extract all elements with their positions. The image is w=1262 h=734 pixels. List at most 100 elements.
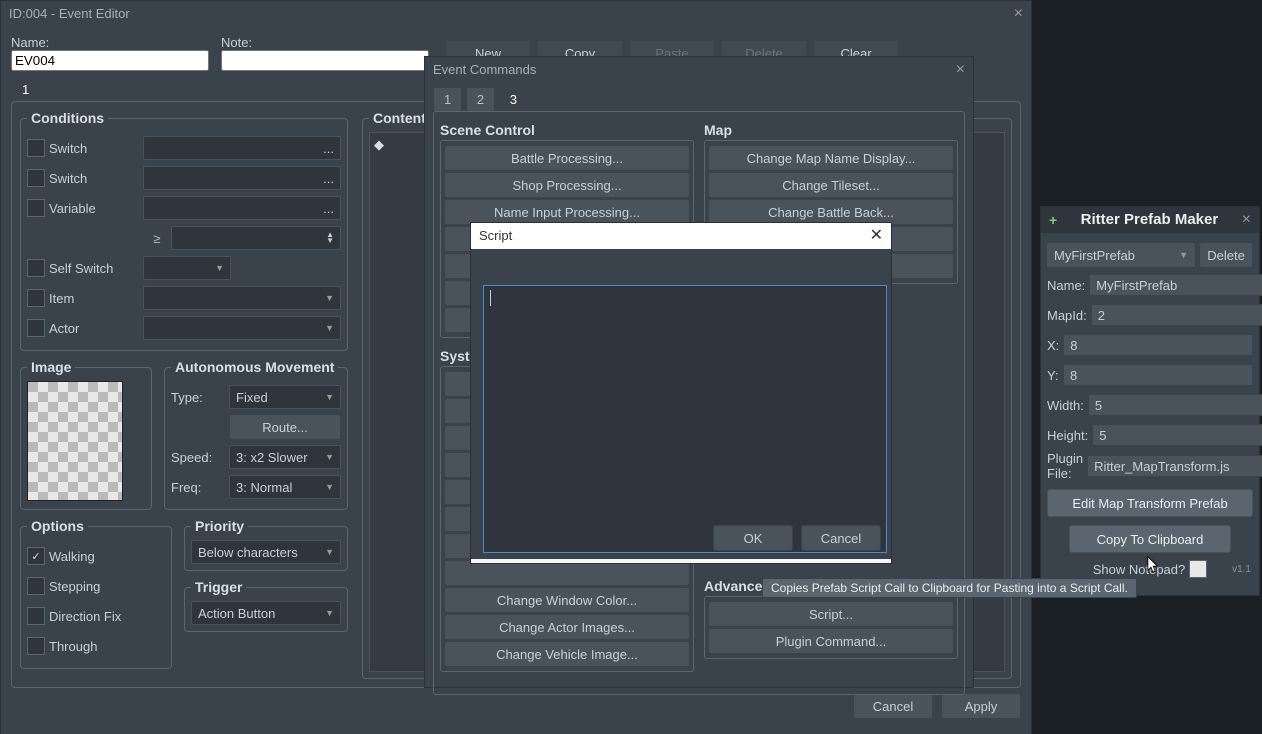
stepping-checkbox[interactable] xyxy=(27,577,45,595)
note-input[interactable] xyxy=(221,50,429,71)
change-tileset-button[interactable]: Change Tileset... xyxy=(708,172,954,198)
change-actor-images-button[interactable]: Change Actor Images... xyxy=(444,614,690,640)
conditions-legend: Conditions xyxy=(27,110,108,126)
prefab-field-label: Plugin File: xyxy=(1047,451,1083,481)
commands-tab-1[interactable]: 1 xyxy=(433,87,462,111)
prefab-delete-button[interactable]: Delete xyxy=(1199,242,1253,268)
editor-titlebar: ID:004 - Event Editor × xyxy=(1,1,1031,27)
item-combo[interactable]: ▼ xyxy=(143,286,341,310)
page-tab-1[interactable]: 1 xyxy=(11,77,40,101)
prefab-field-input[interactable] xyxy=(1089,274,1262,296)
close-icon[interactable]: ✕ xyxy=(870,223,883,249)
dirfix-checkbox[interactable] xyxy=(27,607,45,625)
actor-checkbox[interactable] xyxy=(27,319,45,337)
switch1-label: Switch xyxy=(49,141,139,156)
prefab-field-input[interactable] xyxy=(1063,364,1253,386)
dirfix-label: Direction Fix xyxy=(49,609,121,624)
priority-combo[interactable]: Below characters▼ xyxy=(191,540,341,564)
close-icon[interactable]: × xyxy=(1242,207,1251,233)
movement-legend: Autonomous Movement xyxy=(171,359,338,375)
item-label: Item xyxy=(49,291,139,306)
ellipsis-icon: ... xyxy=(323,201,334,216)
image-legend: Image xyxy=(27,359,75,375)
options-legend: Options xyxy=(27,518,88,534)
script-cancel-button[interactable]: Cancel xyxy=(801,525,881,551)
speed-combo[interactable]: 3: x2 Slower ▼ xyxy=(229,445,341,469)
prefab-field-input[interactable] xyxy=(1091,304,1262,326)
battle-processing-button[interactable]: Battle Processing... xyxy=(444,145,690,171)
switch1-checkbox[interactable] xyxy=(27,139,45,157)
freq-value: 3: Normal xyxy=(236,480,292,495)
prefab-select[interactable]: MyFirstPrefab ▼ xyxy=(1047,243,1195,267)
switch2-label: Switch xyxy=(49,171,139,186)
script-window: Script ✕ OK Cancel xyxy=(470,222,892,564)
trigger-value: Action Button xyxy=(198,606,275,621)
variable-combo[interactable]: ... xyxy=(143,196,341,220)
commands-tab-2[interactable]: 2 xyxy=(466,87,495,111)
actor-label: Actor xyxy=(49,321,139,336)
tooltip: Copies Prefab Script Call to Clipboard f… xyxy=(762,578,1137,598)
commands-tab-3[interactable]: 3 xyxy=(499,87,528,111)
switch2-combo[interactable]: ... xyxy=(143,166,341,190)
trigger-group: Trigger Action Button▼ xyxy=(184,579,348,632)
copy-clipboard-button[interactable]: Copy To Clipboard xyxy=(1069,525,1231,553)
prefab-field-input[interactable] xyxy=(1092,424,1262,446)
trigger-combo[interactable]: Action Button▼ xyxy=(191,601,341,625)
actor-combo[interactable]: ▼ xyxy=(143,316,341,340)
map-name-display-button[interactable]: Change Map Name Display... xyxy=(708,145,954,171)
edit-prefab-button[interactable]: Edit Map Transform Prefab xyxy=(1047,489,1253,517)
shop-processing-button[interactable]: Shop Processing... xyxy=(444,172,690,198)
speed-value: 3: x2 Slower xyxy=(236,450,308,465)
commands-titlebar: Event Commands × xyxy=(425,57,973,83)
route-button[interactable]: Route... xyxy=(229,414,341,440)
walking-checkbox[interactable]: ✓ xyxy=(27,547,45,565)
script-ok-button[interactable]: OK xyxy=(713,525,793,551)
variable-value-input[interactable]: ▲▼ xyxy=(171,226,341,250)
selfswitch-combo[interactable]: ▼ xyxy=(143,256,231,280)
switch2-checkbox[interactable] xyxy=(27,169,45,187)
diamond-icon: ◆ xyxy=(374,137,384,152)
conditions-group: Conditions Switch... Switch... Variable.… xyxy=(20,110,348,351)
caret-down-icon: ▼ xyxy=(325,547,334,557)
close-icon[interactable]: × xyxy=(956,57,965,83)
change-window-color-button[interactable]: Change Window Color... xyxy=(444,587,690,613)
script-textarea[interactable] xyxy=(483,285,887,553)
prefab-field-input[interactable] xyxy=(1087,455,1262,477)
image-preview[interactable] xyxy=(27,381,123,501)
priority-legend: Priority xyxy=(191,518,248,534)
stepping-label: Stepping xyxy=(49,579,100,594)
change-vehicle-image-button[interactable]: Change Vehicle Image... xyxy=(444,641,690,667)
cursor-pointer-icon xyxy=(1143,556,1161,581)
notepad-checkbox[interactable] xyxy=(1189,560,1207,578)
name-input[interactable] xyxy=(11,50,209,71)
prefab-field-input[interactable] xyxy=(1063,334,1253,356)
selfswitch-checkbox[interactable] xyxy=(27,259,45,277)
prefab-field-label: Name: xyxy=(1047,278,1085,293)
prefab-titlebar: + Ritter Prefab Maker × xyxy=(1041,207,1259,233)
freq-combo[interactable]: 3: Normal▼ xyxy=(229,475,341,499)
freq-label: Freq: xyxy=(171,480,225,495)
type-combo[interactable]: Fixed▼ xyxy=(229,385,341,409)
switch1-combo[interactable]: ... xyxy=(143,136,341,160)
prefab-select-value: MyFirstPrefab xyxy=(1054,248,1135,263)
map-head: Map xyxy=(704,122,958,138)
speed-label: Speed: xyxy=(171,450,225,465)
plugin-command-button[interactable]: Plugin Command... xyxy=(708,628,954,654)
close-icon[interactable]: × xyxy=(1014,1,1023,27)
gte-label: ≥ xyxy=(147,231,167,246)
script-button[interactable]: Script... xyxy=(708,601,954,627)
through-checkbox[interactable] xyxy=(27,637,45,655)
item-checkbox[interactable] xyxy=(27,289,45,307)
selfswitch-label: Self Switch xyxy=(49,261,139,276)
caret-down-icon: ▼ xyxy=(1179,250,1188,260)
prefab-field-input[interactable] xyxy=(1088,394,1262,416)
prefab-add-icon[interactable]: + xyxy=(1049,207,1057,233)
variable-checkbox[interactable] xyxy=(27,199,45,217)
caret-down-icon: ▼ xyxy=(325,293,334,303)
ellipsis-icon: ... xyxy=(323,141,334,156)
variable-label: Variable xyxy=(49,201,139,216)
version-label: v1.1 xyxy=(1232,564,1251,575)
caret-down-icon: ▼ xyxy=(325,452,334,462)
prefab-field-label: Height: xyxy=(1047,428,1088,443)
priority-group: Priority Below characters▼ xyxy=(184,518,348,571)
